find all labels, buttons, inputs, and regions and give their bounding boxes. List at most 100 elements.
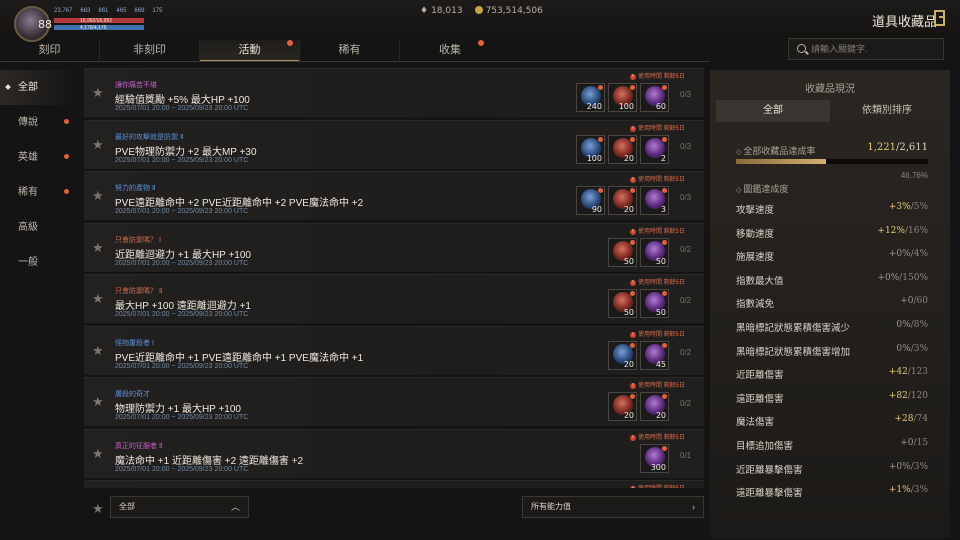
item-quantity: 100 (586, 153, 602, 163)
stat-value: 0%/8% (896, 320, 928, 330)
item-slot[interactable]: 300 (640, 443, 669, 473)
stat-value: +12%/16% (877, 225, 928, 236)
sidebar-item-all[interactable]: 全部 (0, 70, 80, 105)
collection-row[interactable]: ★ 讓你痛苦不堪 經驗值獎勵 +5% 最大HP +100 2025/07/01 20:… (84, 68, 704, 117)
wing-currency: ♦ 18,013 (420, 6, 463, 16)
item-slot[interactable]: 20 (608, 340, 637, 370)
item-slot[interactable]: 100 (576, 134, 605, 164)
remaining-time-badge: !使用時間 剩餘5日 (630, 123, 685, 132)
stat-label: 遠距離暴擊傷害 (736, 488, 803, 500)
sidebar-item-common[interactable]: 一般 (0, 245, 80, 280)
item-quantity: 90 (591, 205, 602, 214)
tab-non-engraved[interactable]: 非刻印 (100, 40, 200, 62)
item-slot[interactable]: 3 (640, 186, 669, 215)
item-slot[interactable]: 90 (576, 186, 605, 215)
favorite-star-icon[interactable]: ★ (92, 343, 104, 359)
collection-row[interactable]: ★ 怪物屠殺者 Ⅰ PVE近距離命中 +1 PVE遠距離命中 +1 PVE魔法命中 … (84, 325, 704, 375)
completion-progress-bar (736, 159, 928, 164)
item-slot[interactable]: 50 (608, 237, 637, 267)
collection-row[interactable]: ★ 真正的征服者 Ⅱ 魔法命中 +1 近距離傷害 +2 遠距離傷害 +2 2025/0… (84, 428, 704, 478)
collection-stat: 魔法命中 +1 近距離傷害 +2 遠距離傷害 +2 (115, 455, 304, 467)
grade-filter-dropdown[interactable]: 全部 ︿ (110, 496, 249, 518)
alert-icon: ! (630, 125, 636, 132)
item-slot[interactable]: 50 (640, 289, 669, 318)
notification-dot (64, 189, 69, 194)
item-slot[interactable]: 50 (608, 289, 637, 318)
item-quantity: 3 (660, 205, 666, 214)
item-quantity: 50 (623, 308, 634, 317)
exit-icon[interactable] (934, 10, 945, 26)
item-slot[interactable]: 50 (640, 237, 669, 267)
sidebar-item-heroic[interactable]: 英雄 (0, 140, 80, 175)
completion-label: 全部收藏品達成率 (736, 144, 815, 157)
favorite-star-icon[interactable]: ★ (92, 188, 104, 204)
stat-value: +0%/3% (888, 461, 928, 472)
mp-text: 4,176/4,176 (80, 25, 107, 31)
codex-stat-row: 遠距離傷害 +82/120 (736, 391, 928, 411)
stat-value: +0%/150% (877, 272, 928, 283)
alert-icon: ! (630, 228, 636, 235)
favorite-star-icon[interactable]: ★ (92, 85, 104, 101)
tab-rare[interactable]: 稀有 (300, 40, 400, 62)
collection-count: 0/3 (680, 141, 692, 151)
notification-dot (662, 85, 667, 90)
item-slot[interactable]: 20 (608, 392, 637, 421)
favorite-star-icon[interactable]: ★ (92, 291, 104, 307)
notification-dot (630, 136, 635, 142)
collection-period: 2025/07/01 20:00 ~ 2025/09/23 20:00 UTC (115, 311, 249, 318)
collection-stat: PVE遠距離命中 +2 PVE近距離命中 +2 PVE魔法命中 +2 (115, 198, 364, 209)
stat-value: +3%/5% (888, 202, 928, 212)
item-slot[interactable]: 20 (608, 186, 637, 215)
sidebar-item-legendary[interactable]: 傳說 (0, 105, 80, 140)
collection-period: 2025/07/01 20:00 ~ 2025/09/23 20:00 UTC (115, 414, 249, 421)
sidebar-item-advanced[interactable]: 高級 (0, 210, 80, 245)
favorite-star-icon[interactable]: ★ (92, 137, 104, 153)
favorite-star-icon[interactable]: ★ (92, 446, 104, 462)
codex-stat-row: 指數減免 +0/60 (736, 296, 928, 316)
collection-row[interactable]: ★ 最好的攻擊就是防禦 Ⅱ PVE物理防禦力 +2 最大MP +30 2025/07/… (84, 119, 704, 169)
item-quantity: 20 (655, 411, 666, 420)
stat-label: 黑暗標記狀態累積傷害增加 (736, 346, 851, 358)
sidebar-item-rare[interactable]: 稀有 (0, 175, 80, 210)
stat-label: 目標追加傷害 (736, 441, 794, 452)
stat-value: +1%/3% (888, 485, 928, 496)
tab-event[interactable]: 活動 (200, 40, 300, 62)
collection-row[interactable]: ★ 努力的產物 Ⅱ PVE遠距離命中 +2 PVE近距離命中 +2 PVE魔法命中 … (84, 171, 704, 220)
favorite-star-icon[interactable]: ★ (92, 240, 104, 256)
collection-row[interactable]: ★!使用時間 剩餘5日 (84, 480, 704, 488)
tab-panel-by-category[interactable]: 依類別排序 (830, 100, 944, 122)
item-slot[interactable]: 240 (576, 83, 605, 112)
stat-label: 遠距離傷害 (736, 393, 784, 405)
item-slot[interactable]: 45 (640, 340, 669, 370)
item-slot[interactable]: 20 (608, 134, 637, 164)
item-slot[interactable]: 100 (608, 83, 637, 112)
collection-name: 讓你痛苦不堪 (115, 82, 157, 89)
tab-panel-all[interactable]: 全部 (716, 100, 830, 122)
tab-collection[interactable]: 收集 (400, 40, 500, 62)
search-input[interactable] (811, 41, 941, 57)
ability-filter-dropdown[interactable]: 所有能力值 › (522, 496, 704, 518)
codex-stat-row: 目標追加傷害 +0/15 (736, 438, 928, 458)
item-slot[interactable]: 20 (640, 392, 669, 421)
gold-currency: 753,514,506 (474, 6, 543, 16)
notification-dot (662, 188, 667, 193)
stat-weight: 175 (152, 8, 163, 14)
player-level: 88 (38, 18, 52, 31)
favorite-filter-star-icon[interactable]: ★ (92, 501, 104, 517)
stat-value: +0/15 (900, 438, 928, 448)
notification-dot (630, 239, 635, 245)
favorite-star-icon[interactable]: ★ (92, 394, 104, 410)
search-box[interactable] (788, 38, 944, 60)
codex-stat-row: 近距離傷害 +42/123 (736, 367, 928, 387)
codex-stat-row: 攻擊速度 +3%/5% (736, 202, 928, 222)
notification-dot (630, 188, 635, 193)
collection-row[interactable]: ★ 只會防禦嗎？ Ⅰ 近距離迴避力 +1 最大HP +100 2025/07/01 2… (84, 222, 704, 272)
collection-row[interactable]: ★ 屠殺的奇才 物理防禦力 +1 最大HP +100 2025/07/01 20:00… (84, 377, 704, 426)
stat-label: 近距離傷害 (736, 370, 784, 382)
stat-power: 23,767 (54, 8, 73, 14)
item-slot[interactable]: 60 (640, 83, 669, 112)
tab-engraved[interactable]: 刻印 (0, 40, 100, 62)
stat-label: 指數減免 (736, 299, 775, 311)
collection-row[interactable]: ★ 只會防禦嗎？ Ⅱ 最大HP +100 遠距離迴避力 +1 2025/07/01 2… (84, 274, 704, 323)
item-slot[interactable]: 2 (640, 134, 669, 164)
